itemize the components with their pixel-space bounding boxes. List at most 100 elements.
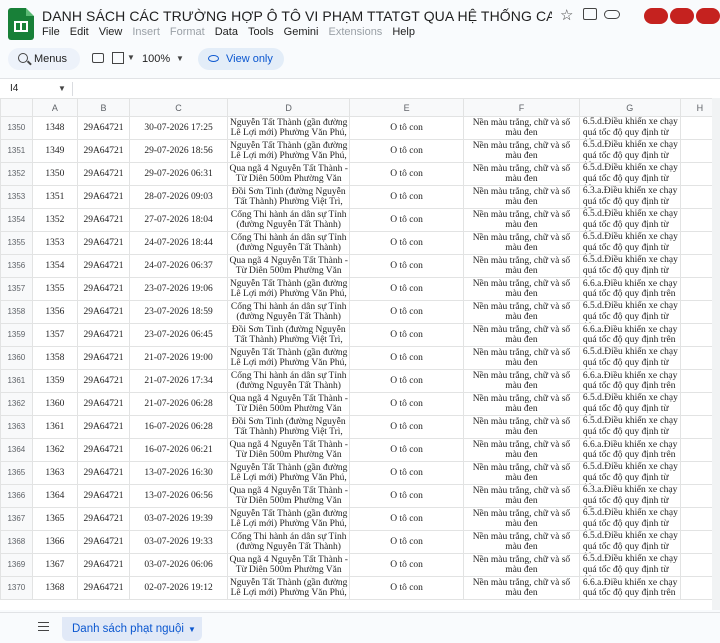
cell-c[interactable]: 13-07-2026 06:56 xyxy=(128,484,229,508)
cell-b[interactable]: 29A64721 xyxy=(77,300,130,324)
cell-g[interactable]: 6.5.d.Điều khiển xe chạy quá tốc độ quy … xyxy=(578,162,681,186)
cell-a[interactable]: 1361 xyxy=(31,415,79,439)
cell-g[interactable]: 6.5.d.Điều khiển xe chạy quá tốc độ quy … xyxy=(578,553,681,577)
cell-c[interactable]: 03-07-2026 19:33 xyxy=(128,530,229,554)
cell-c[interactable]: 21-07-2026 06:28 xyxy=(128,392,229,416)
cell-e[interactable]: Ô tô con xyxy=(349,369,464,393)
cell-c[interactable]: 03-07-2026 19:39 xyxy=(128,507,229,531)
cell-f[interactable]: Nền màu trắng, chữ và số màu đen xyxy=(462,162,580,186)
menu-view[interactable]: View xyxy=(99,26,123,38)
cell-d[interactable]: Đồi Sơn Tinh (đường Nguyễn Tất Thành) Ph… xyxy=(227,415,351,439)
cell-f[interactable]: Nền màu trắng, chữ và số màu đen xyxy=(462,392,580,416)
cell-g[interactable]: 6.5.d.Điều khiển xe chạy quá tốc độ quy … xyxy=(578,300,681,324)
cell-b[interactable]: 29A64721 xyxy=(77,346,130,370)
cell-a[interactable]: 1357 xyxy=(31,323,79,347)
menu-help[interactable]: Help xyxy=(392,26,415,38)
print-icon[interactable] xyxy=(92,53,104,63)
cell-g[interactable]: 6.5.d.Điều khiển xe chạy quá tốc độ quy … xyxy=(578,208,681,232)
cell-e[interactable]: Ô tô con xyxy=(349,139,464,163)
cell-f[interactable]: Nền màu trắng, chữ và số màu đen xyxy=(462,231,580,255)
view-only-button[interactable]: View only xyxy=(198,48,284,70)
cell-f[interactable]: Nền màu trắng, chữ và số màu đen xyxy=(462,369,580,393)
sheets-logo-icon[interactable] xyxy=(8,8,34,40)
row-header[interactable]: 1353 xyxy=(0,185,33,209)
cell-e[interactable]: Ô tô con xyxy=(349,507,464,531)
chevron-down-icon[interactable]: ▼ xyxy=(127,53,135,62)
cell-a[interactable]: 1368 xyxy=(31,576,79,600)
chevron-down-icon[interactable]: ▼ xyxy=(58,84,66,93)
cell-e[interactable]: Ô tô con xyxy=(349,231,464,255)
paint-format-icon[interactable] xyxy=(112,52,124,64)
avatar[interactable] xyxy=(644,8,668,24)
cell-f[interactable]: Nền màu trắng, chữ và số màu đen xyxy=(462,139,580,163)
cell-c[interactable]: 23-07-2026 19:06 xyxy=(128,277,229,301)
cell-c[interactable]: 16-07-2026 06:21 xyxy=(128,438,229,462)
zoom-select[interactable]: 100% xyxy=(142,53,170,65)
cell-f[interactable]: Nền màu trắng, chữ và số màu đen xyxy=(462,300,580,324)
cell-e[interactable]: Ô tô con xyxy=(349,461,464,485)
cell-b[interactable]: 29A64721 xyxy=(77,185,130,209)
row-header[interactable]: 1361 xyxy=(0,369,33,393)
document-title[interactable]: DANH SÁCH CÁC TRƯỜNG HỢP Ô TÔ VI PHẠM TT… xyxy=(42,8,552,24)
cell-d[interactable]: Cổng Thi hành án dân sự Tỉnh (đường Nguy… xyxy=(227,208,351,232)
select-all-corner[interactable] xyxy=(0,98,33,117)
cell-g[interactable]: 6.6.a.Điều khiển xe chạy quá tốc độ quy … xyxy=(578,277,681,301)
cell-f[interactable]: Nền màu trắng, chữ và số màu đen xyxy=(462,277,580,301)
cell-b[interactable]: 29A64721 xyxy=(77,116,130,140)
spreadsheet-grid[interactable]: A B C D E F G H 1350 1348 29A64721 30-07-20… xyxy=(0,98,720,610)
row-header[interactable]: 1357 xyxy=(0,277,33,301)
cell-f[interactable]: Nền màu trắng, chữ và số màu đen xyxy=(462,185,580,209)
row-header[interactable]: 1350 xyxy=(0,116,33,140)
cell-b[interactable]: 29A64721 xyxy=(77,484,130,508)
chevron-down-icon[interactable]: ▼ xyxy=(188,625,196,634)
cell-c[interactable]: 29-07-2026 18:56 xyxy=(128,139,229,163)
cell-b[interactable]: 29A64721 xyxy=(77,507,130,531)
cell-g[interactable]: 6.5.d.Điều khiển xe chạy quá tốc độ quy … xyxy=(578,507,681,531)
cell-d[interactable]: Cổng Thi hành án dân sự Tỉnh (đường Nguy… xyxy=(227,530,351,554)
cell-d[interactable]: Cổng Thi hành án dân sự Tỉnh (đường Nguy… xyxy=(227,231,351,255)
cell-c[interactable]: 21-07-2026 17:34 xyxy=(128,369,229,393)
cell-d[interactable]: Qua ngã 4 Nguyễn Tất Thành - Từ Diên 500… xyxy=(227,254,351,278)
search-menus-button[interactable]: Menus xyxy=(8,48,80,70)
cell-e[interactable]: Ô tô con xyxy=(349,346,464,370)
cell-b[interactable]: 29A64721 xyxy=(77,530,130,554)
cell-a[interactable]: 1354 xyxy=(31,254,79,278)
cell-a[interactable]: 1356 xyxy=(31,300,79,324)
cell-b[interactable]: 29A64721 xyxy=(77,162,130,186)
cell-a[interactable]: 1353 xyxy=(31,231,79,255)
cell-f[interactable]: Nền màu trắng, chữ và số màu đen xyxy=(462,576,580,600)
cell-d[interactable]: Nguyễn Tất Thành (gần đường Lê Lợi mới) … xyxy=(227,346,351,370)
cell-g[interactable]: 6.6.a.Điều khiển xe chạy quá tốc độ quy … xyxy=(578,438,681,462)
cell-b[interactable]: 29A64721 xyxy=(77,323,130,347)
cell-e[interactable]: Ô tô con xyxy=(349,438,464,462)
cell-d[interactable]: Nguyễn Tất Thành (gần đường Lê Lợi mới) … xyxy=(227,277,351,301)
cell-b[interactable]: 29A64721 xyxy=(77,576,130,600)
cell-b[interactable]: 29A64721 xyxy=(77,553,130,577)
cell-b[interactable]: 29A64721 xyxy=(77,139,130,163)
cell-a[interactable]: 1352 xyxy=(31,208,79,232)
row-header[interactable]: 1366 xyxy=(0,484,33,508)
avatar[interactable] xyxy=(696,8,720,24)
cell-f[interactable]: Nền màu trắng, chữ và số màu đen xyxy=(462,530,580,554)
cell-c[interactable]: 29-07-2026 06:31 xyxy=(128,162,229,186)
row-header[interactable]: 1352 xyxy=(0,162,33,186)
cell-c[interactable]: 16-07-2026 06:28 xyxy=(128,415,229,439)
cell-a[interactable]: 1358 xyxy=(31,346,79,370)
cell-g[interactable]: 6.6.a.Điều khiển xe chạy quá tốc độ quy … xyxy=(578,369,681,393)
row-header[interactable]: 1369 xyxy=(0,553,33,577)
cell-g[interactable]: 6.5.d.Điều khiển xe chạy quá tốc độ quy … xyxy=(578,254,681,278)
cell-d[interactable]: Nguyễn Tất Thành (gần đường Lê Lợi mới) … xyxy=(227,461,351,485)
cell-g[interactable]: 6.5.d.Điều khiển xe chạy quá tốc độ quy … xyxy=(578,346,681,370)
cell-f[interactable]: Nền màu trắng, chữ và số màu đen xyxy=(462,415,580,439)
row-header[interactable]: 1358 xyxy=(0,300,33,324)
cell-e[interactable]: Ô tô con xyxy=(349,185,464,209)
cell-e[interactable]: Ô tô con xyxy=(349,116,464,140)
row-header[interactable]: 1354 xyxy=(0,208,33,232)
menu-data[interactable]: Data xyxy=(215,26,238,38)
cell-d[interactable]: Đồi Sơn Tinh (đường Nguyễn Tất Thành) Ph… xyxy=(227,323,351,347)
cell-c[interactable]: 13-07-2026 16:30 xyxy=(128,461,229,485)
cell-d[interactable]: Cổng Thi hành án dân sự Tỉnh (đường Nguy… xyxy=(227,300,351,324)
row-header[interactable]: 1351 xyxy=(0,139,33,163)
cell-e[interactable]: Ô tô con xyxy=(349,576,464,600)
cell-g[interactable]: 6.6.a.Điều khiển xe chạy quá tốc độ quy … xyxy=(578,323,681,347)
